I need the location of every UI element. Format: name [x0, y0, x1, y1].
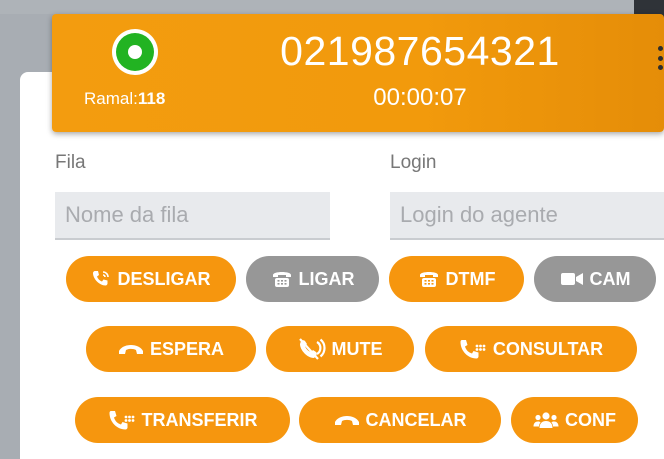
consult-button[interactable]: CONSULTAR [425, 326, 637, 372]
queue-label: Fila [55, 152, 86, 173]
consult-label: CONSULTAR [492, 338, 604, 359]
phone-hangup-icon [334, 416, 359, 425]
call-button[interactable]: LIGAR [246, 256, 379, 302]
transfer-button[interactable]: TRANSFERIR [75, 397, 290, 443]
cancel-button[interactable]: CANCELAR [299, 397, 501, 443]
call-label: LIGAR [298, 268, 355, 289]
call-timer: 00:00:07 [373, 84, 467, 111]
hangup-button[interactable]: DESLIGAR [66, 256, 236, 302]
camera-button[interactable]: CAM [534, 256, 656, 302]
hold-label: ESPERA [149, 338, 225, 359]
login-input[interactable] [390, 192, 664, 240]
desk-phone-icon [272, 272, 291, 287]
window-top-strip [0, 0, 664, 14]
mute-icon [298, 338, 326, 360]
dtmf-label: DTMF [445, 268, 496, 289]
dtmf-button[interactable]: DTMF [389, 256, 524, 302]
conference-button[interactable]: CONF [511, 397, 638, 443]
extension-caption: Ramal: [84, 89, 138, 108]
phone-hangup-icon [118, 345, 143, 354]
call-header: Ramal:118 021987654321 00:00:07 [52, 14, 664, 132]
phone-number: 021987654321 [280, 28, 560, 74]
extension-number: 118 [137, 89, 166, 108]
camera-label: CAM [589, 268, 631, 289]
hold-button[interactable]: ESPERA [86, 326, 256, 372]
status-online-icon [112, 29, 158, 75]
users-icon [533, 412, 559, 428]
hangup-label: DESLIGAR [117, 268, 211, 289]
extension-label: Ramal:118 [84, 89, 165, 109]
video-camera-icon [560, 273, 583, 285]
cancel-label: CANCELAR [365, 409, 467, 430]
phone-keypad-icon [460, 340, 486, 359]
more-options-icon[interactable] [656, 46, 664, 70]
transfer-label: TRANSFERIR [141, 409, 258, 430]
desk-phone-icon [419, 272, 438, 287]
conference-label: CONF [565, 409, 616, 430]
mute-label: MUTE [331, 338, 383, 359]
phone-keypad-icon [109, 411, 134, 430]
mute-button[interactable]: MUTE [266, 326, 414, 372]
phone-ringing-icon [93, 271, 110, 286]
queue-input[interactable] [55, 192, 330, 240]
login-label: Login [390, 152, 437, 173]
